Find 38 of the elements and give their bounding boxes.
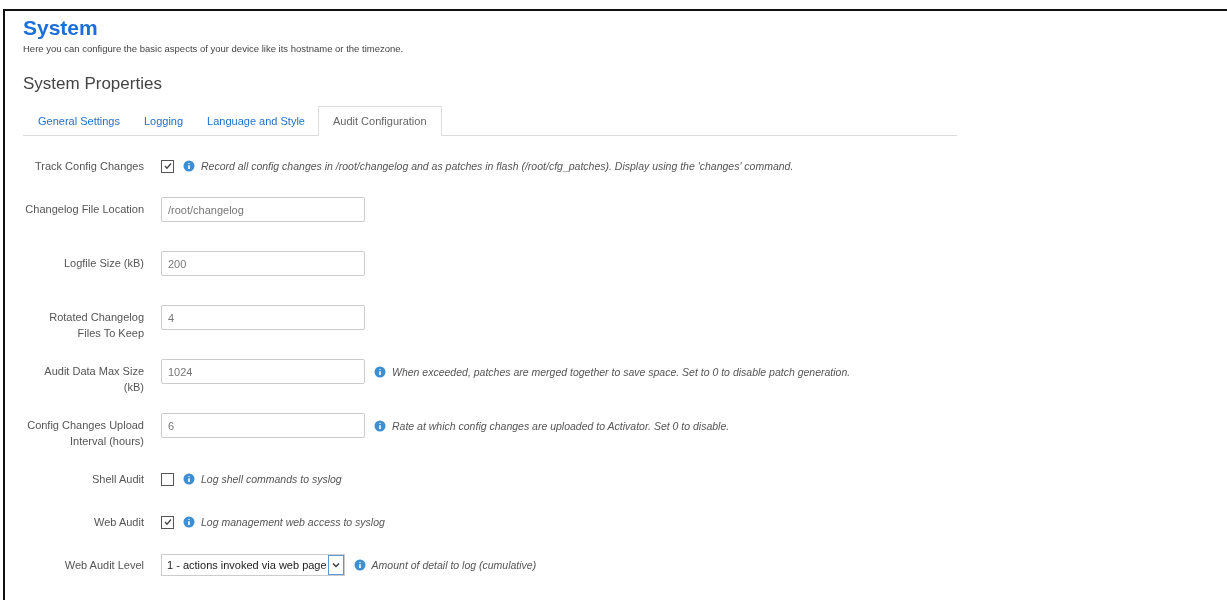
- field-label: Audit Data Max Size (kB): [43, 364, 144, 395]
- checkbox[interactable]: [161, 472, 174, 486]
- input-field[interactable]: 6: [161, 413, 365, 438]
- page-description: Here you can configure the basic aspects of your device like its hostname or the timezone.: [23, 43, 405, 54]
- tab[interactable]: Language and Style: [196, 106, 316, 135]
- help-text: When exceeded, patches are merged together to save space. Set to 0 to disable patch generation.: [392, 365, 851, 378]
- checkbox[interactable]: [161, 159, 174, 173]
- section-title: System Properties: [23, 74, 163, 94]
- field-label: Shell Audit: [91, 472, 144, 487]
- help-text: Log shell commands to syslog: [201, 473, 342, 485]
- dropdown[interactable]: 1 - actions invoked via web page: [161, 554, 345, 576]
- input-field[interactable]: 1024: [161, 359, 365, 384]
- tab[interactable]: General Settings: [27, 106, 131, 135]
- field-label: Rotated Changelog Files To Keep: [48, 310, 144, 341]
- input-field[interactable]: 200: [161, 251, 365, 276]
- field-label: Web Audit: [93, 515, 144, 530]
- field-label: Web Audit Level: [63, 558, 144, 573]
- tab[interactable]: Audit Configuration: [317, 106, 442, 136]
- info-icon: [353, 559, 366, 571]
- field-label: Logfile Size (kB): [62, 256, 144, 271]
- help-text: Log management web access to syslog: [201, 516, 385, 528]
- info-icon: [183, 473, 195, 485]
- info-icon: [374, 419, 386, 432]
- info-icon: [183, 516, 195, 528]
- page-title: System: [23, 15, 99, 41]
- help-text: Amount of detail to log (cumulative): [371, 559, 537, 571]
- input-field[interactable]: /root/changelog: [161, 197, 365, 222]
- field-label: Config Changes Upload Interval (hours): [26, 418, 144, 449]
- caret-icon: [327, 555, 344, 575]
- field-label: Track Config Changes: [33, 159, 144, 174]
- help-text: Record all config changes in /root/changelog and as patches in flash (/root/cfg_patches). Display using the 'changes' command.: [201, 160, 794, 172]
- tab[interactable]: Logging: [132, 106, 195, 135]
- help-text: Rate at which config changes are uploaded to Activator. Set 0 to disable.: [392, 419, 730, 432]
- input-field[interactable]: 4: [161, 305, 365, 330]
- checkbox[interactable]: [161, 515, 174, 529]
- field-label: Changelog File Location: [24, 202, 144, 217]
- info-icon: [183, 160, 195, 172]
- info-icon: [374, 365, 386, 378]
